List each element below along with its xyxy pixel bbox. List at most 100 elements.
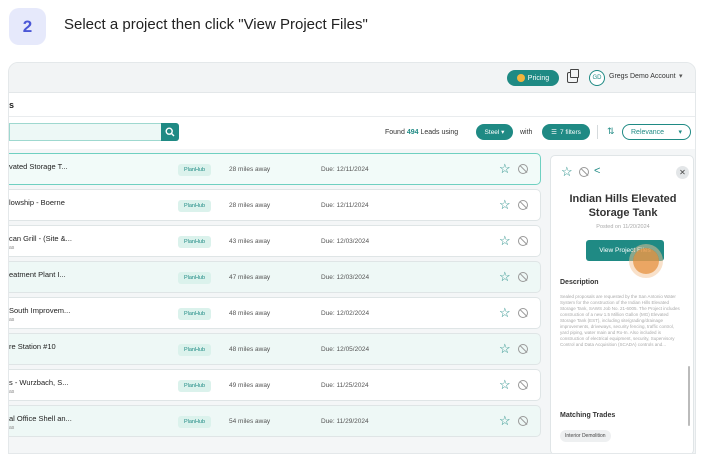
star-icon[interactable]: ☆ xyxy=(499,234,511,247)
project-row[interactable]: vated Storage T... PlanHub 28 miles away… xyxy=(9,153,541,185)
share-icon[interactable]: < xyxy=(594,165,600,177)
project-row[interactable]: can Grill - (Site &... as PlanHub 43 mil… xyxy=(9,225,541,257)
project-due-date: Due: 11/29/2024 xyxy=(321,418,369,425)
project-distance: 28 miles away xyxy=(229,202,271,209)
project-title: eatment Plant I... xyxy=(9,270,66,279)
project-due-date: Due: 12/11/2024 xyxy=(321,202,369,209)
source-tag: PlanHub xyxy=(178,236,211,248)
project-location: as xyxy=(9,389,15,395)
project-detail-panel: ☆ < ✕ Indian Hills Elevated Storage Tank… xyxy=(550,155,694,453)
search-icon xyxy=(165,127,175,137)
matching-trades-heading: Matching Trades xyxy=(560,412,616,419)
project-due-date: Due: 12/11/2024 xyxy=(321,166,369,173)
project-location: as xyxy=(9,425,15,431)
results-count-text: Found 494 Leads using xyxy=(385,129,458,136)
hide-icon[interactable] xyxy=(518,416,528,426)
trade-chip: Interior Demolition xyxy=(560,430,611,442)
project-row[interactable]: re Station #10 PlanHub 48 miles away Due… xyxy=(9,333,541,365)
project-due-date: Due: 12/05/2024 xyxy=(321,346,370,353)
pricing-coin-icon xyxy=(516,74,525,82)
step-instruction: Select a project then click "View Projec… xyxy=(64,16,368,33)
source-tag: PlanHub xyxy=(178,380,211,392)
click-indicator xyxy=(633,248,659,274)
project-distance: 47 miles away xyxy=(229,274,271,281)
project-title: South Improvem... xyxy=(9,306,71,315)
project-row[interactable]: South Improvem... as PlanHub 48 miles aw… xyxy=(9,297,541,329)
search-input[interactable] xyxy=(9,123,161,141)
found-count: 494 xyxy=(406,129,419,136)
trade-filter-pill[interactable]: Steel ▾ xyxy=(476,124,513,140)
project-title: s - Wurzbach, S... xyxy=(9,378,69,387)
source-tag: PlanHub xyxy=(178,200,211,212)
star-icon[interactable]: ☆ xyxy=(499,378,511,391)
panel-scrollbar[interactable] xyxy=(688,366,690,426)
pricing-label: Pricing xyxy=(527,74,550,82)
step-header: 2 Select a project then click "View Proj… xyxy=(0,0,706,56)
star-icon[interactable]: ☆ xyxy=(561,165,573,178)
chevron-down-icon[interactable]: ▾ xyxy=(679,72,683,80)
chevron-down-icon: ▾ xyxy=(678,129,682,136)
project-title: vated Storage T... xyxy=(9,162,68,171)
project-row[interactable]: lowship - Boerne PlanHub 28 miles away D… xyxy=(9,189,541,221)
app-screenshot-frame: Pricing GD Gregs Demo Account ▾ s Found … xyxy=(8,62,696,454)
hide-icon[interactable] xyxy=(518,200,528,210)
account-name[interactable]: Gregs Demo Account xyxy=(609,73,676,80)
filters-label: 7 filters xyxy=(559,128,581,136)
source-tag: PlanHub xyxy=(178,416,211,428)
project-due-date: Due: 11/25/2024 xyxy=(321,382,369,389)
star-icon[interactable]: ☆ xyxy=(499,162,511,175)
hide-icon[interactable] xyxy=(518,344,528,354)
hide-icon[interactable] xyxy=(518,272,528,282)
filter-icon: ☰ xyxy=(551,129,557,136)
sort-select[interactable]: Relevance ▾ xyxy=(622,124,691,140)
avatar[interactable]: GD xyxy=(589,70,605,86)
project-title: al Office Shell an... xyxy=(9,414,72,423)
project-row[interactable]: s - Wurzbach, S... as PlanHub 49 miles a… xyxy=(9,369,541,401)
found-prefix: Found xyxy=(385,129,405,136)
source-tag: PlanHub xyxy=(178,164,211,176)
star-icon[interactable]: ☆ xyxy=(499,198,511,211)
source-tag: PlanHub xyxy=(178,308,211,320)
sort-icon[interactable]: ⇅ xyxy=(607,126,615,137)
star-icon[interactable]: ☆ xyxy=(499,342,511,355)
found-suffix: Leads using xyxy=(420,129,459,136)
description-heading: Description xyxy=(560,279,599,286)
star-icon[interactable]: ☆ xyxy=(499,270,511,283)
sort-select-value: Relevance xyxy=(631,128,665,136)
filters-button[interactable]: ☰ 7 filters xyxy=(542,124,590,140)
divider xyxy=(597,125,598,139)
hide-icon[interactable] xyxy=(518,380,528,390)
step-number-badge: 2 xyxy=(9,8,46,45)
source-tag: PlanHub xyxy=(178,344,211,356)
project-detail-title: Indian Hills Elevated Storage Tank xyxy=(569,193,677,219)
hide-icon[interactable] xyxy=(518,164,528,174)
posted-date: Posted on 11/20/2024 xyxy=(596,224,650,230)
star-icon[interactable]: ☆ xyxy=(499,414,511,427)
star-icon[interactable]: ☆ xyxy=(499,306,511,319)
project-due-date: Due: 12/03/2024 xyxy=(321,274,370,281)
top-bar: Pricing GD Gregs Demo Account ▾ xyxy=(9,63,695,93)
hide-icon[interactable] xyxy=(518,308,528,318)
page-title-bar: s xyxy=(9,93,695,117)
description-text: Sealed proposals are requested by the Sa… xyxy=(560,294,680,347)
pricing-button[interactable]: Pricing xyxy=(507,70,559,86)
source-tag: PlanHub xyxy=(178,272,211,284)
windows-icon[interactable] xyxy=(567,69,579,83)
project-title: re Station #10 xyxy=(9,342,56,351)
hide-icon[interactable] xyxy=(579,167,589,177)
close-icon[interactable]: ✕ xyxy=(676,166,689,179)
hide-icon[interactable] xyxy=(518,236,528,246)
project-distance: 49 miles away xyxy=(229,382,271,389)
project-distance: 48 miles away xyxy=(229,310,271,317)
project-location: as xyxy=(9,245,15,251)
project-title: can Grill - (Site &... xyxy=(9,234,72,243)
project-due-date: Due: 12/02/2024 xyxy=(321,310,370,317)
project-row[interactable]: al Office Shell an... as PlanHub 54 mile… xyxy=(9,405,541,437)
with-label: with xyxy=(520,129,533,136)
project-row[interactable]: eatment Plant I... PlanHub 47 miles away… xyxy=(9,261,541,293)
project-title: lowship - Boerne xyxy=(9,198,65,207)
page-title: s xyxy=(9,100,15,110)
project-location: as xyxy=(9,317,15,323)
search-button[interactable] xyxy=(161,123,179,141)
project-distance: 54 miles away xyxy=(229,418,271,425)
